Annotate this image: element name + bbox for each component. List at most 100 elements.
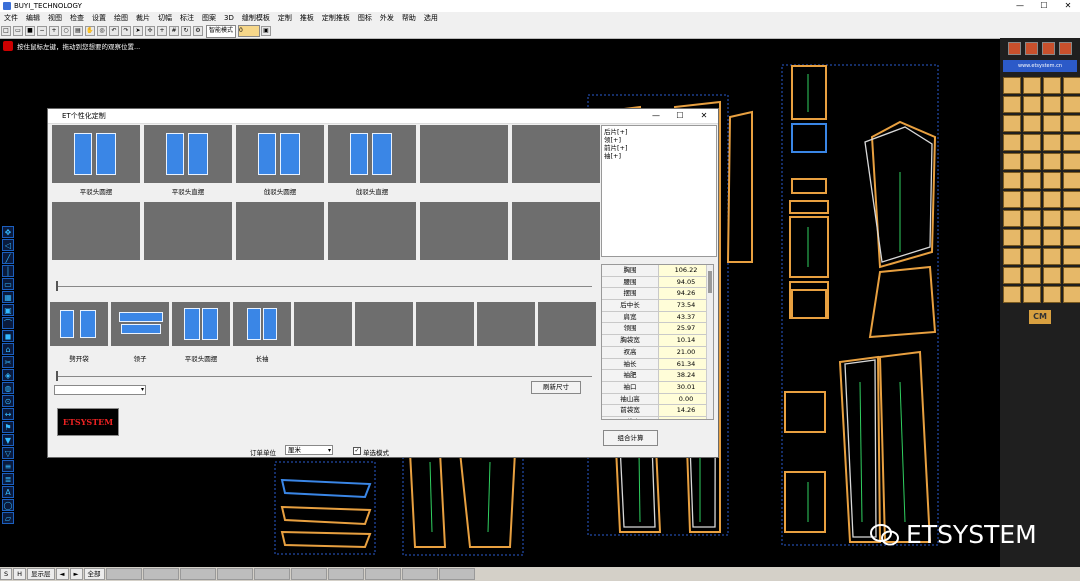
style-thumb[interactable]: 戗驳头圆摆	[236, 125, 324, 196]
component-thumb[interactable]: 长袖	[233, 302, 291, 363]
component-slider[interactable]	[56, 371, 592, 381]
pan-hand-icon[interactable]: ✋	[85, 26, 95, 36]
empty-thumb[interactable]	[512, 125, 600, 183]
slider-knob[interactable]	[56, 371, 58, 381]
empty-thumb[interactable]	[512, 202, 600, 260]
pattern-tool-icon[interactable]	[1063, 191, 1080, 208]
menu-item[interactable]: 图标	[354, 13, 376, 23]
menu-item[interactable]: 外发	[376, 13, 398, 23]
menu-item[interactable]: 3D	[220, 14, 238, 22]
tool-drill-icon[interactable]: ◍	[2, 382, 14, 394]
empty-thumb[interactable]	[144, 202, 232, 260]
menu-item[interactable]: 切幅	[154, 13, 176, 23]
measure-value[interactable]: 0.00	[659, 393, 713, 405]
mode-value-input[interactable]: 0	[238, 25, 261, 37]
pattern-tool-icon[interactable]	[1003, 134, 1021, 151]
pattern-tool-icon[interactable]	[1043, 172, 1061, 189]
open-file-icon[interactable]: ▭	[13, 26, 23, 36]
measure-value[interactable]: 73.54	[659, 300, 713, 311]
empty-thumb[interactable]	[420, 125, 508, 183]
zoom-out-icon[interactable]: −	[37, 26, 47, 36]
pattern-tool-icon[interactable]	[1003, 77, 1021, 94]
status-item[interactable]: S	[0, 568, 13, 580]
measure-value[interactable]: 94.05	[659, 276, 713, 288]
pattern-tool-icon[interactable]	[1003, 267, 1021, 284]
table-scrollbar[interactable]	[706, 265, 713, 419]
pattern-tool-icon[interactable]	[1063, 286, 1080, 303]
tool-mirror-icon[interactable]: ◈	[2, 369, 14, 381]
component-thumb[interactable]: 平驳头圆摆	[172, 302, 230, 363]
tool-eraser-icon[interactable]: ▱	[2, 512, 14, 524]
mode-select[interactable]: 智能模式	[206, 24, 237, 38]
panel-tool-icon[interactable]	[1008, 41, 1021, 55]
menu-item[interactable]: 帮助	[398, 13, 420, 23]
measure-value[interactable]: 25.97	[659, 323, 713, 335]
tool-box-icon[interactable]: ▣	[2, 304, 14, 316]
style-thumb[interactable]: 平驳头圆摆	[52, 125, 140, 196]
parts-tree[interactable]: 后片[+] 领[+] 前片[+] 袖[+]	[601, 125, 717, 257]
new-file-icon[interactable]: □	[1, 26, 11, 36]
pattern-tool-icon[interactable]	[1023, 96, 1041, 113]
slider-knob[interactable]	[56, 281, 58, 291]
zoom-fit-icon[interactable]: ○	[61, 26, 71, 36]
status-item[interactable]: ►	[69, 568, 83, 580]
status-item[interactable]: H	[13, 568, 27, 580]
measure-value[interactable]: 14.26	[659, 405, 713, 416]
measure-value[interactable]: 94.26	[659, 288, 713, 300]
pattern-tool-icon[interactable]	[1023, 134, 1041, 151]
tool-circle-icon[interactable]: ◯	[2, 499, 14, 511]
pattern-tool-icon[interactable]	[1063, 248, 1080, 265]
measure-value[interactable]: 21.00	[659, 346, 713, 358]
apply-icon[interactable]: ▣	[261, 26, 272, 36]
settings-icon[interactable]: ⚙	[193, 26, 203, 36]
tool-angle-icon[interactable]: ◁	[2, 239, 14, 251]
rotate-icon[interactable]: ↻	[181, 26, 191, 36]
pattern-tool-icon[interactable]	[1023, 153, 1041, 170]
tool-line-icon[interactable]: ╱	[2, 252, 14, 264]
pattern-tool-icon[interactable]	[1003, 191, 1021, 208]
tool-curve-icon[interactable]: ⌒	[2, 317, 14, 329]
cm-badge[interactable]: CM	[1029, 310, 1051, 324]
menu-item[interactable]: 缝制模板	[238, 13, 274, 23]
pattern-tool-icon[interactable]	[1003, 210, 1021, 227]
empty-thumb[interactable]	[294, 302, 352, 346]
menu-item[interactable]: 检查	[66, 13, 88, 23]
menu-item[interactable]: 文件	[0, 13, 22, 23]
empty-thumb[interactable]	[52, 202, 140, 260]
pattern-tool-icon[interactable]	[1023, 172, 1041, 189]
pattern-tool-icon[interactable]	[1063, 96, 1080, 113]
style-slider[interactable]	[56, 281, 592, 291]
tree-node[interactable]: 后片[+]	[604, 128, 714, 136]
pattern-tool-icon[interactable]	[1043, 153, 1061, 170]
status-item[interactable]: 显示层	[27, 568, 55, 580]
pattern-tool-icon[interactable]	[1003, 286, 1021, 303]
zoom-window-icon[interactable]: ◎	[97, 26, 107, 36]
pattern-tool-icon[interactable]	[1043, 134, 1061, 151]
menu-item[interactable]: 绘图	[110, 13, 132, 23]
maximize-button[interactable]: ☐	[1032, 0, 1056, 12]
pattern-tool-icon[interactable]	[1063, 77, 1080, 94]
tree-node[interactable]: 袖[+]	[604, 152, 714, 160]
measure-value[interactable]: 10.14	[659, 335, 713, 346]
pattern-tool-icon[interactable]	[1003, 153, 1021, 170]
pattern-tool-icon[interactable]	[1063, 115, 1080, 132]
status-item[interactable]: ◄	[55, 568, 69, 580]
undo-icon[interactable]: ↶	[109, 26, 119, 36]
measure-value[interactable]: 61.34	[659, 358, 713, 370]
pattern-tool-icon[interactable]	[1043, 96, 1061, 113]
pattern-tool-icon[interactable]	[1003, 96, 1021, 113]
pattern-tool-icon[interactable]	[1043, 115, 1061, 132]
measure-value[interactable]: 43.37	[659, 311, 713, 323]
pattern-tool-icon[interactable]	[1043, 286, 1061, 303]
empty-thumb[interactable]	[355, 302, 413, 346]
menu-item[interactable]: 推板	[296, 13, 318, 23]
pattern-tool-icon[interactable]	[1043, 248, 1061, 265]
pattern-tool-icon[interactable]	[1023, 210, 1041, 227]
style-thumb[interactable]: 戗驳头直摆	[328, 125, 416, 196]
single-mode-checkbox[interactable]: ✓	[353, 447, 361, 455]
component-thumb[interactable]: 劈开袋	[50, 302, 108, 363]
measure-value[interactable]: 38.24	[659, 370, 713, 381]
pattern-tool-icon[interactable]	[1063, 267, 1080, 284]
crosshair-icon[interactable]: +	[157, 26, 167, 36]
pattern-tool-icon[interactable]	[1063, 153, 1080, 170]
